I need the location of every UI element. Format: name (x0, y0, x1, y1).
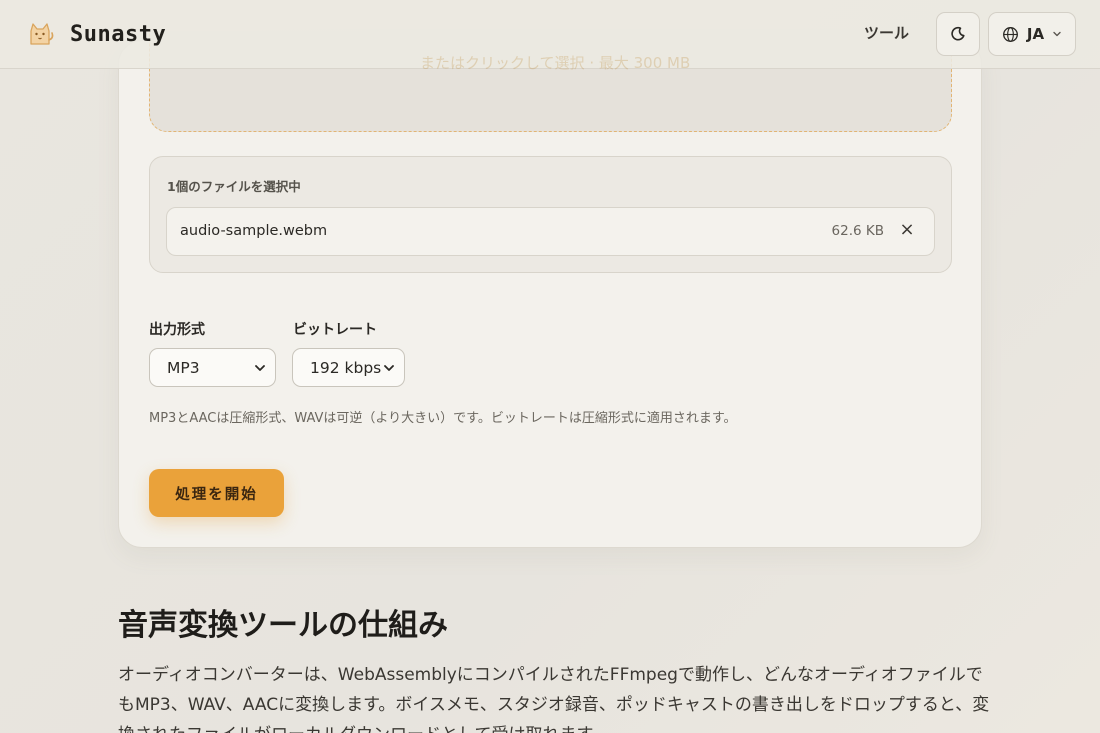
selected-files-panel: 1個のファイルを選択中 audio-sample.webm 62.6 KB × (149, 156, 952, 273)
output-format-select[interactable]: MP3 (149, 348, 276, 387)
remove-file-button[interactable]: × (898, 219, 916, 240)
file-size: 62.6 KB (831, 223, 884, 239)
section-heading: 音声変換ツールの仕組み (118, 608, 448, 643)
bitrate-label: ビットレート (293, 322, 377, 338)
chevron-down-icon (255, 365, 265, 371)
section-paragraph: オーディオコンバーターは、WebAssemblyにコンパイルされたFFmpegで… (118, 665, 990, 733)
selected-files-count: 1個のファイルを選択中 (167, 179, 301, 194)
brand-name: Sunasty (70, 21, 167, 47)
close-icon: × (899, 219, 915, 240)
language-code: JA (1026, 25, 1045, 43)
bitrate-value: 192 kbps (310, 359, 382, 377)
brand[interactable]: Sunasty (24, 16, 166, 52)
file-list-item: audio-sample.webm 62.6 KB × (166, 207, 935, 256)
output-format-value: MP3 (167, 359, 200, 377)
globe-icon (1002, 26, 1018, 42)
moon-icon (951, 26, 965, 41)
converter-card: 1個のファイルを選択中 audio-sample.webm 62.6 KB × … (118, 31, 982, 548)
cat-logo-icon (30, 23, 54, 45)
start-processing-button[interactable]: 処理を開始 (149, 469, 284, 517)
theme-toggle-button[interactable] (936, 12, 980, 56)
chevron-down-icon (1053, 31, 1061, 37)
output-format-label: 出力形式 (149, 322, 205, 338)
language-switcher[interactable]: JA (988, 12, 1076, 56)
nav-link-tools[interactable]: ツール (864, 22, 909, 43)
file-name: audio-sample.webm (180, 223, 328, 239)
chevron-down-icon (384, 365, 394, 371)
bitrate-select[interactable]: 192 kbps (292, 348, 405, 387)
format-hint: MP3とAACは圧縮形式、WAVは可逆（より大きい）です。ビットレートは圧縮形式… (149, 411, 737, 426)
upload-limit-text: またはクリックして選択 · 最大 300 MB (420, 54, 691, 72)
